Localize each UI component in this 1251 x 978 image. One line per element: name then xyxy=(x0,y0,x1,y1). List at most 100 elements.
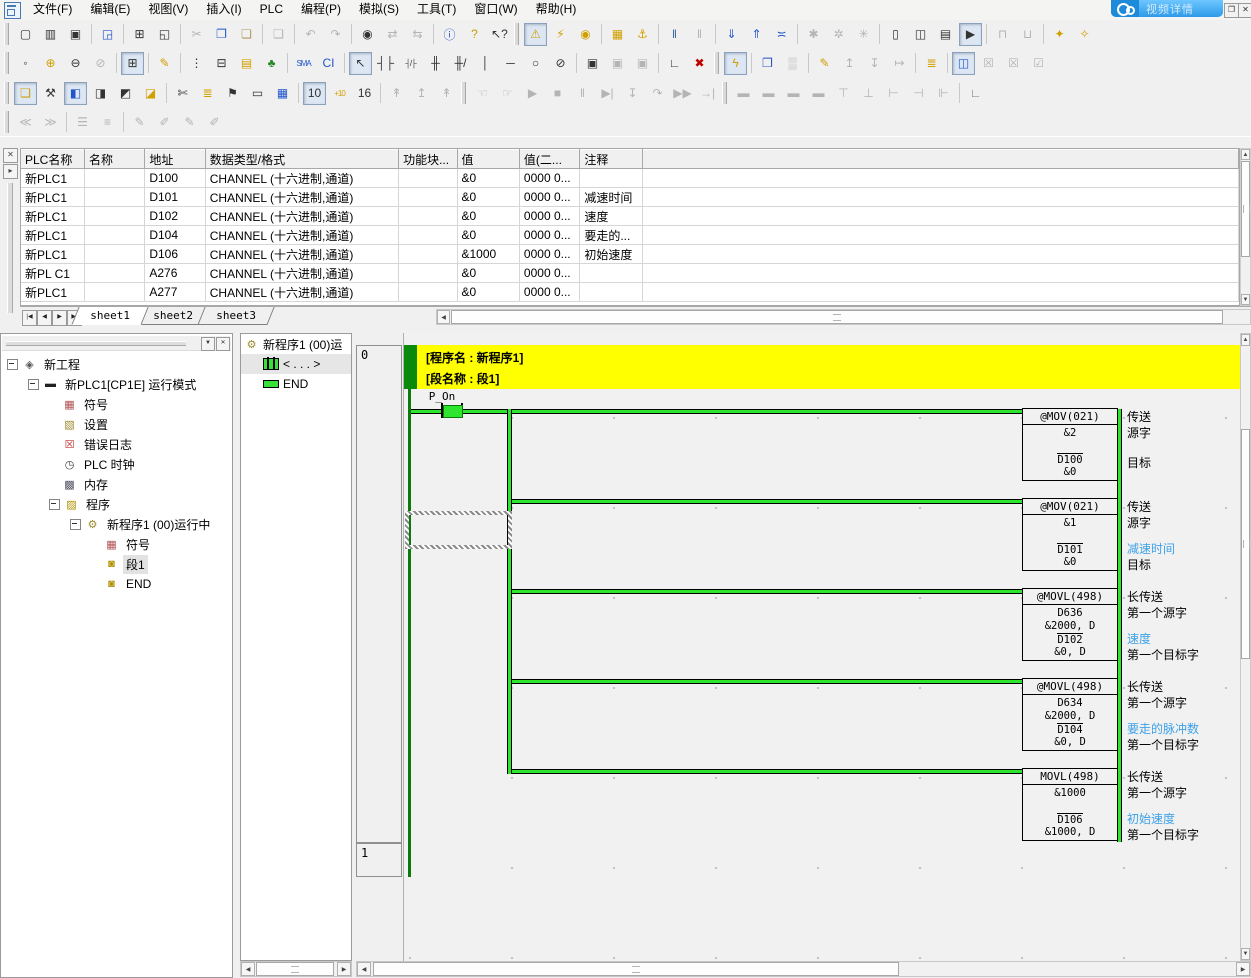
splitter-tree-sections[interactable] xyxy=(233,333,240,978)
menu-p[interactable]: 编程(P) xyxy=(292,0,350,19)
watch-cell[interactable] xyxy=(84,188,144,207)
watch-cell[interactable]: 初始速度 xyxy=(580,245,642,264)
data-trace-button[interactable]: ▒ xyxy=(781,52,804,75)
menu-s[interactable]: 模拟(S) xyxy=(350,0,408,19)
delete-line-button[interactable]: ✖ xyxy=(688,52,711,75)
online-edit-pen-4-button[interactable]: ✐ xyxy=(203,111,226,134)
rung-comment-button[interactable]: ✎ xyxy=(153,52,176,75)
help-button[interactable]: ? xyxy=(463,23,486,46)
menu-e[interactable]: 编辑(E) xyxy=(81,0,139,19)
contact-or-open-button[interactable]: ╫ xyxy=(424,52,447,75)
instruction-block-MOVL498[interactable]: @MOVL(498)D634&2000, DD104&0, D xyxy=(1022,678,1118,751)
toggle-diagram-button[interactable]: ◧ xyxy=(64,82,87,105)
close-watch-icon[interactable]: ✕ xyxy=(3,148,18,163)
scroll-right-icon[interactable]: ▶ xyxy=(337,962,351,976)
watch-cell[interactable]: 新PLC1 xyxy=(21,245,84,264)
set-value-button[interactable]: ↥ xyxy=(838,52,861,75)
sim-step-in-button[interactable]: ↧ xyxy=(621,82,644,105)
io-comment-view-button[interactable]: CI xyxy=(317,52,340,75)
horizontal-line-button[interactable]: ─ xyxy=(499,52,522,75)
sim-stop-button[interactable]: ■ xyxy=(546,82,569,105)
open-button[interactable]: ▥ xyxy=(39,23,62,46)
first-sheet-button[interactable]: |◀ xyxy=(22,310,37,326)
pto-2-button[interactable]: ⊥ xyxy=(857,82,880,105)
watch-cell[interactable]: &0 xyxy=(457,226,519,245)
download-to-plc-button[interactable]: ⇓ xyxy=(720,23,743,46)
tree-item-段1[interactable]: ◙段1 xyxy=(1,554,232,574)
online-edit-send-button[interactable]: ↟ xyxy=(385,82,408,105)
rung-1-cell[interactable]: 1 xyxy=(356,843,402,877)
view-section-tree-button[interactable]: ♣ xyxy=(260,52,283,75)
monitor-mode-button[interactable]: ▤ xyxy=(934,23,957,46)
scroll-right-icon[interactable]: ▶ xyxy=(1236,962,1250,976)
watch-cell[interactable]: &0 xyxy=(457,264,519,283)
address-reference-button[interactable]: ≣ xyxy=(196,82,219,105)
collapse-icon[interactable] xyxy=(7,359,18,370)
monitoring-button[interactable]: ϟ xyxy=(724,52,747,75)
scroll-left-icon[interactable]: ◀ xyxy=(357,962,371,976)
force-cancel-button[interactable]: ✳ xyxy=(852,23,875,46)
tree-item-新程序1-(00)运行中[interactable]: ⚙新程序1 (00)运行中 xyxy=(1,514,232,534)
context-help-button[interactable]: ↖? xyxy=(488,23,511,46)
watch-drag-grip[interactable] xyxy=(7,183,13,313)
online-edit-pen-2-button[interactable]: ✐ xyxy=(153,111,176,134)
sim-step-over-button[interactable]: ↷ xyxy=(646,82,669,105)
save-button[interactable]: ▣ xyxy=(64,23,87,46)
watch-cell[interactable]: &0 xyxy=(457,188,519,207)
toolbar-grip[interactable] xyxy=(722,82,727,104)
pause-monitoring-button[interactable]: ‖ xyxy=(663,23,686,46)
monitor-opt-2-button[interactable]: ☒ xyxy=(1002,52,1025,75)
sim-continuous-button[interactable]: ▶▶ xyxy=(671,82,694,105)
check-program-button[interactable]: ◉ xyxy=(574,23,597,46)
watch-cell[interactable]: A277 xyxy=(145,283,205,302)
watch-cell[interactable] xyxy=(84,245,144,264)
outdent-button[interactable]: ≪ xyxy=(14,111,37,134)
pause-button[interactable]: ‖ xyxy=(688,23,711,46)
watch-cell[interactable] xyxy=(399,283,457,302)
watch-cell[interactable]: &0 xyxy=(457,283,519,302)
online-edit-begin-button[interactable]: ↥ xyxy=(410,82,433,105)
force-decimal-button[interactable]: +10 xyxy=(328,82,351,105)
force-off-button[interactable]: ✲ xyxy=(827,23,850,46)
watch-cell[interactable] xyxy=(580,283,642,302)
online-edit-pen-3-button[interactable]: ✎ xyxy=(178,111,201,134)
sheet-tab-sheet1[interactable]: sheet1 xyxy=(71,307,148,325)
cloud-overlay-badge[interactable]: 视频详情 xyxy=(1111,0,1223,17)
network-3-button[interactable]: ▬ xyxy=(782,82,805,105)
coil-open-button[interactable]: ○ xyxy=(524,52,547,75)
new-button[interactable]: ▢ xyxy=(14,23,37,46)
collapse-icon[interactable] xyxy=(70,519,81,530)
menu-w[interactable]: 窗口(W) xyxy=(465,0,526,19)
watch-cell[interactable]: 新PLC1 xyxy=(21,207,84,226)
view-condensed-button[interactable]: ⊟ xyxy=(210,52,233,75)
scroll-up-icon[interactable]: ▲ xyxy=(1241,334,1250,346)
menu-v[interactable]: 视图(V) xyxy=(139,0,197,19)
coil-closed-button[interactable]: ⊘ xyxy=(549,52,572,75)
watch-cell[interactable] xyxy=(84,169,144,188)
pto-5-button[interactable]: ⊩ xyxy=(932,82,955,105)
sim-step-run-button[interactable]: ▶| xyxy=(596,82,619,105)
watch-cell[interactable]: CHANNEL (十六进制,通道) xyxy=(205,188,398,207)
zoom-fit-button[interactable]: ⊘ xyxy=(89,52,112,75)
sections-root[interactable]: ⚙ 新程序1 (00)运 xyxy=(241,334,351,354)
tree-item-新PLC1[CP1E]-运行模式[interactable]: ▬新PLC1[CP1E] 运行模式 xyxy=(1,374,232,394)
watch-vertical-scrollbar[interactable]: ▲▼ xyxy=(1240,148,1251,306)
toolbar-grip[interactable] xyxy=(461,82,466,104)
watch-cell[interactable] xyxy=(84,226,144,245)
sim-pause-hand-button[interactable]: ☜ xyxy=(471,82,494,105)
ladder-vertical-scrollbar[interactable]: ▲▼ xyxy=(1240,333,1251,961)
watch-cell[interactable]: 速度 xyxy=(580,207,642,226)
p-on-contact[interactable] xyxy=(443,405,463,418)
print-preview-button[interactable]: ◱ xyxy=(153,23,176,46)
instruction-button[interactable]: ▣ xyxy=(581,52,604,75)
view-symbol-bar-button[interactable]: ⋮ xyxy=(185,52,208,75)
watch-cell[interactable]: 0000 0... xyxy=(519,245,579,264)
watch-cell[interactable]: &0 xyxy=(457,169,519,188)
auto-online-button[interactable]: ⚓ xyxy=(631,23,654,46)
scroll-thumb[interactable] xyxy=(373,962,899,976)
watch-cell[interactable]: 0000 0... xyxy=(519,283,579,302)
watch-cell[interactable] xyxy=(399,226,457,245)
decimal-button[interactable]: 10 xyxy=(303,82,326,105)
jump-corner-button[interactable]: ∟ xyxy=(964,82,987,105)
about-button[interactable]: ⓘ xyxy=(438,23,461,46)
